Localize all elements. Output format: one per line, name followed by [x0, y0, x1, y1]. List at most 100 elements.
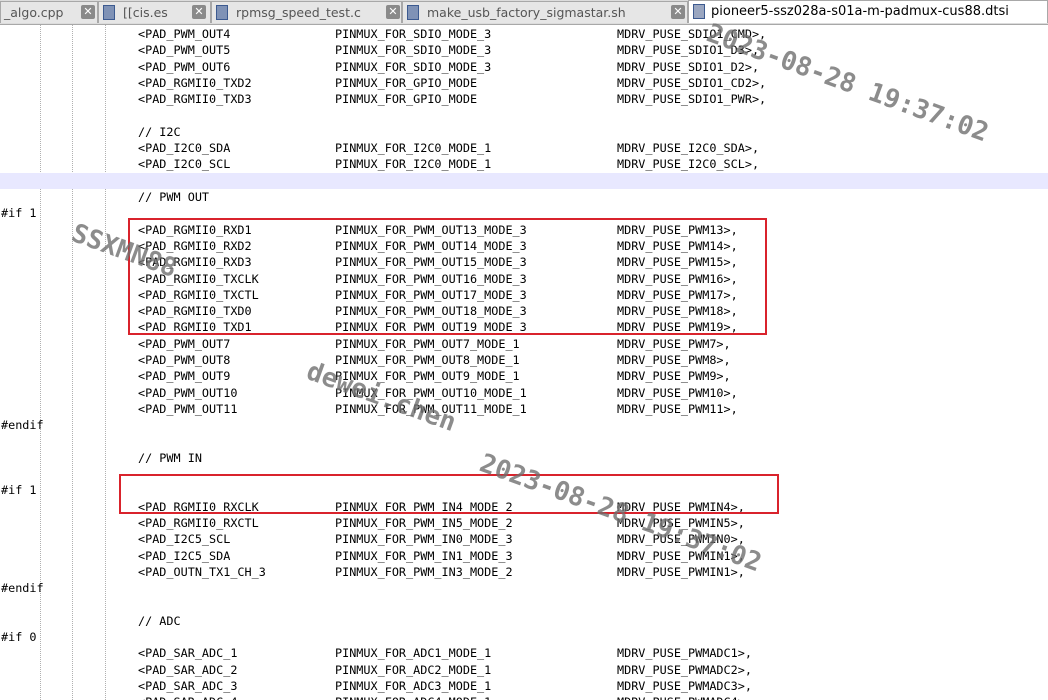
- code-token: PINMUX_FOR_PWM_IN0_MODE_3: [335, 532, 513, 547]
- tab-make-usb-factory[interactable]: make_usb_factory_sigmastar.sh ✕: [402, 1, 688, 23]
- close-icon[interactable]: ✕: [192, 5, 206, 19]
- tab-label: [[cis.es: [123, 5, 168, 20]
- code-token: MDRV_PUSE_SDIO1_PWR>,: [617, 92, 767, 107]
- preprocessor-directive: #endif: [1, 581, 44, 596]
- code-token: PINMUX_FOR_I2C0_MODE_1: [335, 141, 492, 156]
- preprocessor-directive: #if 0: [1, 630, 37, 645]
- code-line[interactable]: <PAD_RGMII0_TXD2 PINMUX_FOR_GPIO_MODE MDRV…: [0, 75, 1048, 91]
- code-token: PINMUX_FOR_PWM_IN3_MODE_2: [335, 564, 513, 579]
- code-token: MDRV_PUSE_PWMIN0>,: [617, 532, 745, 547]
- code-token: PINMUX_FOR_GPIO_MODE: [335, 92, 478, 107]
- code-token: PINMUX_FOR_SDIO_MODE_3: [335, 27, 492, 41]
- code-line[interactable]: [0, 434, 1048, 450]
- code-line[interactable]: // PWM IN: [0, 450, 1048, 466]
- code-token: MDRV_PUSE_PWM7>,: [617, 336, 731, 351]
- code-token: <PAD_I2C5_SCL: [138, 532, 231, 547]
- tab-algo-cpp[interactable]: _algo.cpp ✕: [0, 1, 98, 23]
- code-token: <PAD_SAR_ADC_2: [138, 662, 238, 677]
- code-line[interactable]: <PAD_PWM_OUT9 PINMUX_FOR_PWM_OUT9_MODE_1 M…: [0, 368, 1048, 384]
- code-line[interactable]: <PAD_PWM_OUT4 PINMUX_FOR_SDIO_MODE_3 MDRV_…: [0, 26, 1048, 42]
- code-token: PINMUX_FOR_PWM_OUT9_MODE_1: [335, 369, 520, 384]
- code-line[interactable]: <PAD_PWM_OUT5 PINMUX_FOR_SDIO_MODE_3 MDRV_…: [0, 42, 1048, 58]
- code-token: MDRV_PUSE_I2C0_SDA>,: [617, 141, 760, 156]
- code-editor[interactable]: <PAD_PWM_OUT4 PINMUX_FOR_SDIO_MODE_3 MDRV_…: [0, 25, 1048, 700]
- code-line[interactable]: <PAD_PWM_OUT8 PINMUX_FOR_PWM_OUT8_MODE_1 M…: [0, 352, 1048, 368]
- pwm-in-annotation-box: [119, 474, 779, 514]
- code-line[interactable]: <PAD_OUTN_TX1_CH_3 PINMUX_FOR_PWM_IN3_MOD…: [0, 564, 1048, 580]
- code-token: PINMUX_FOR_ADC3_MODE_1: [335, 679, 492, 693]
- code-line[interactable]: // PWM OUT: [0, 189, 1048, 205]
- code-token: <PAD_PWM_OUT7: [138, 336, 231, 351]
- code-line[interactable]: <PAD_PWM_OUT7 PINMUX_FOR_PWM_OUT7_MODE_1 M…: [0, 336, 1048, 352]
- tab-rpmsg-speed-test[interactable]: rpmsg_speed_test.c ✕: [211, 1, 402, 23]
- tab-label: _algo.cpp: [4, 5, 64, 20]
- code-token: PINMUX_FOR_PWM_IN5_MODE_2: [335, 516, 513, 530]
- code-token: PINMUX_FOR_PWM_OUT11_MODE_1: [335, 401, 527, 416]
- code-line[interactable]: <PAD_I2C5_SDA PINMUX_FOR_PWM_IN1_MODE_3 MD…: [0, 548, 1048, 564]
- close-icon[interactable]: ✕: [671, 5, 685, 19]
- code-line[interactable]: // I2C: [0, 124, 1048, 140]
- tab-label: make_usb_factory_sigmastar.sh: [427, 5, 626, 20]
- preprocessor-directive: #if 1: [1, 483, 37, 498]
- code-token: <PAD_RGMII0_RXCTL: [138, 516, 259, 530]
- code-line[interactable]: <PAD_SAR_ADC_4 PINMUX_FOR_ADC4_MODE_1 MDRV…: [0, 694, 1048, 700]
- code-token: // PWM IN: [138, 450, 202, 465]
- code-token: MDRV_PUSE_PWMADC3>,: [617, 679, 752, 693]
- code-line[interactable]: <PAD_RGMII0_RXCTL PINMUX_FOR_PWM_IN5_MODE…: [0, 515, 1048, 531]
- code-line[interactable]: [0, 108, 1048, 124]
- code-line[interactable]: <PAD_I2C5_SCL PINMUX_FOR_PWM_IN0_MODE_3 MD…: [0, 531, 1048, 547]
- pwm-out-annotation-box: [128, 218, 767, 335]
- code-token: MDRV_PUSE_SDIO1_D3>,: [617, 43, 760, 58]
- code-token: MDRV_PUSE_SDIO1_D2>,: [617, 59, 760, 74]
- code-token: MDRV_PUSE_PWM10>,: [617, 385, 738, 400]
- code-line[interactable]: [0, 172, 1048, 189]
- code-token: MDRV_PUSE_PWMIN1>,: [617, 564, 745, 579]
- code-line[interactable]: <PAD_I2C0_SCL PINMUX_FOR_I2C0_MODE_1 MDRV_…: [0, 156, 1048, 172]
- code-line[interactable]: // ADC: [0, 613, 1048, 629]
- close-icon[interactable]: ✕: [81, 5, 95, 19]
- code-token: // PWM OUT: [138, 190, 210, 204]
- code-line[interactable]: <PAD_SAR_ADC_1 PINMUX_FOR_ADC1_MODE_1 MDRV…: [0, 645, 1048, 661]
- code-token: <PAD_PWM_OUT5: [138, 43, 231, 58]
- file-icon: [103, 5, 115, 20]
- code-token: MDRV_PUSE_PWMADC2>,: [617, 662, 752, 677]
- code-token: <PAD_SAR_ADC_3: [138, 679, 238, 693]
- code-token: PINMUX_FOR_I2C0_MODE_1: [335, 157, 492, 172]
- code-token: <PAD_SAR_ADC_4: [138, 694, 237, 700]
- code-line[interactable]: <PAD_PWM_OUT11 PINMUX_FOR_PWM_OUT11_MODE_…: [0, 401, 1048, 417]
- code-token: <PAD_I2C0_SCL: [138, 157, 231, 172]
- file-icon: [407, 5, 419, 20]
- tab-cis-es[interactable]: [[cis.es ✕: [98, 1, 211, 23]
- code-token: <PAD_PWM_OUT4: [138, 27, 231, 41]
- code-token: <PAD_RGMII0_TXD3: [138, 92, 252, 107]
- code-token: <PAD_OUTN_TX1_CH_3: [138, 564, 266, 579]
- code-line[interactable]: #if 0: [0, 629, 1048, 645]
- code-line[interactable]: <PAD_SAR_ADC_2 PINMUX_FOR_ADC2_MODE_1 MDRV…: [0, 662, 1048, 678]
- tab-pioneer5-dtsi[interactable]: pioneer5-ssz028a-s01a-m-padmux-cus88.dts…: [688, 0, 1048, 23]
- code-token: // ADC: [138, 613, 181, 628]
- code-token: <PAD_RGMII0_TXD2: [138, 75, 252, 90]
- code-token: PINMUX_FOR_PWM_OUT7_MODE_1: [335, 336, 520, 351]
- code-line[interactable]: <PAD_PWM_OUT6 PINMUX_FOR_SDIO_MODE_3 MDRV_…: [0, 59, 1048, 75]
- code-line[interactable]: #endif: [0, 417, 1048, 433]
- preprocessor-directive: #if 1: [1, 206, 37, 221]
- code-line[interactable]: #endif: [0, 580, 1048, 596]
- file-icon: [216, 5, 228, 20]
- code-token: MDRV_PUSE_SDIO1_CMD>,: [617, 27, 767, 41]
- code-token: PINMUX_FOR_ADC2_MODE_1: [335, 662, 492, 677]
- code-line[interactable]: <PAD_SAR_ADC_3 PINMUX_FOR_ADC3_MODE_1 MDRV…: [0, 678, 1048, 694]
- code-line[interactable]: <PAD_RGMII0_TXD3 PINMUX_FOR_GPIO_MODE MDRV…: [0, 91, 1048, 107]
- tab-label: rpmsg_speed_test.c: [236, 5, 361, 20]
- code-token: PINMUX_FOR_SDIO_MODE_3: [335, 43, 492, 58]
- code-line[interactable]: [0, 597, 1048, 613]
- code-token: <PAD_PWM_OUT8: [138, 353, 231, 367]
- code-token: MDRV_PUSE_PWM11>,: [617, 401, 738, 416]
- file-icon: [693, 4, 705, 19]
- code-token: PINMUX_FOR_ADC4_MODE_1: [335, 694, 491, 700]
- code-token: MDRV_PUSE_PWMADC4>,: [617, 694, 752, 700]
- code-line[interactable]: <PAD_I2C0_SDA PINMUX_FOR_I2C0_MODE_1 MDRV_…: [0, 140, 1048, 156]
- code-token: PINMUX_FOR_PWM_OUT8_MODE_1: [335, 353, 520, 367]
- code-token: MDRV_PUSE_SDIO1_CD2>,: [617, 75, 767, 90]
- code-line[interactable]: <PAD_PWM_OUT10 PINMUX_FOR_PWM_OUT10_MODE_…: [0, 385, 1048, 401]
- close-icon[interactable]: ✕: [386, 5, 400, 19]
